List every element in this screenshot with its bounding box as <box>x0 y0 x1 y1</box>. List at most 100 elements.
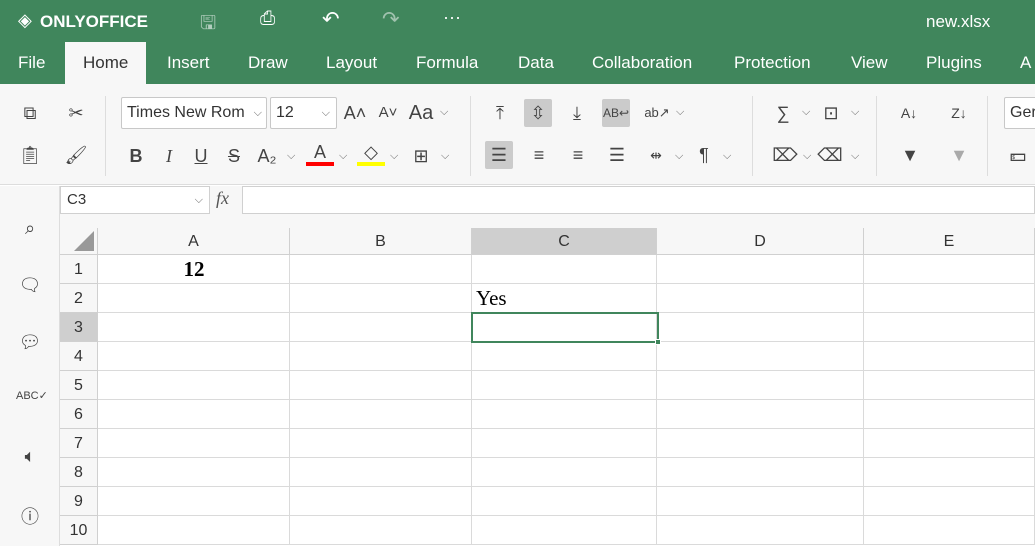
cell-d8[interactable] <box>657 458 864 487</box>
font-name-select[interactable]: Times New Rom ⌵ <box>121 97 267 129</box>
cell-c2[interactable]: Yes <box>476 286 507 311</box>
cell-d2[interactable] <box>657 284 864 313</box>
cell-c7[interactable] <box>472 429 657 458</box>
align-bottom-icon[interactable]: ⤓ <box>563 99 591 127</box>
cell-d4[interactable] <box>657 342 864 371</box>
cell-d5[interactable] <box>657 371 864 400</box>
search-icon[interactable]: ⌕ <box>16 218 44 239</box>
cell-b1[interactable] <box>290 255 472 284</box>
fill-handle[interactable] <box>655 339 661 345</box>
fill-icon[interactable]: ⊡ <box>817 99 845 127</box>
cell-e10[interactable] <box>864 516 1035 545</box>
filter-icon[interactable]: ▼ <box>896 141 924 169</box>
text-direction-icon[interactable]: ¶ <box>690 141 718 169</box>
chat-icon[interactable]: 💬︎ <box>16 332 44 353</box>
orientation-icon[interactable]: ab↗ <box>643 99 671 127</box>
align-center-icon[interactable]: ≡ <box>525 141 553 169</box>
merge-icon[interactable]: ⇹ <box>642 141 670 169</box>
spellcheck-icon[interactable]: ABC✓ <box>16 389 48 402</box>
paste-icon[interactable]: 📋︎ <box>16 141 44 169</box>
print-icon[interactable]: ⎙ <box>260 8 275 30</box>
font-color-icon[interactable]: A <box>306 140 334 166</box>
borders-icon[interactable]: ⊞ <box>407 142 435 170</box>
cell-b5[interactable] <box>290 371 472 400</box>
tab-insert[interactable]: Insert <box>149 42 228 84</box>
cell-b10[interactable] <box>290 516 472 545</box>
formula-input[interactable] <box>242 186 1035 214</box>
cut-icon[interactable]: ✂ <box>62 99 90 127</box>
selected-cell-c3[interactable] <box>471 312 661 345</box>
wrap-text-icon[interactable]: AB↩ <box>602 99 630 127</box>
column-header-b[interactable]: B <box>290 228 472 255</box>
chevron-down-icon[interactable]: ⌵ <box>676 106 684 119</box>
cell-d1[interactable] <box>657 255 864 284</box>
tab-layout[interactable]: Layout <box>308 42 395 84</box>
cell-b3[interactable] <box>290 313 472 342</box>
cell-a3[interactable] <box>98 313 290 342</box>
cell-a1[interactable]: 12 <box>98 257 290 282</box>
italic-icon[interactable]: I <box>155 142 183 170</box>
row-header-5[interactable]: 5 <box>60 371 98 400</box>
cell-e1[interactable] <box>864 255 1035 284</box>
chevron-down-icon[interactable]: ⌵ <box>440 106 448 119</box>
cell-e6[interactable] <box>864 400 1035 429</box>
sort-descending-icon[interactable]: Z↓ <box>945 99 973 127</box>
cell-e8[interactable] <box>864 458 1035 487</box>
chevron-down-icon[interactable]: ⌵ <box>851 106 859 119</box>
tab-data[interactable]: Data <box>500 42 572 84</box>
copy-icon[interactable]: ⧉ <box>16 99 44 127</box>
cell-c4[interactable] <box>472 342 657 371</box>
underline-icon[interactable]: U <box>187 142 215 170</box>
cell-e4[interactable] <box>864 342 1035 371</box>
row-header-8[interactable]: 8 <box>60 458 98 487</box>
cell-b2[interactable] <box>290 284 472 313</box>
justify-icon[interactable]: ☰ <box>603 141 631 169</box>
save-icon[interactable]: 🖫 <box>200 9 216 41</box>
cell-e2[interactable] <box>864 284 1035 313</box>
tab-protection[interactable]: Protection <box>716 42 829 84</box>
cell-c9[interactable] <box>472 487 657 516</box>
cell-a4[interactable] <box>98 342 290 371</box>
chevron-down-icon[interactable]: ⌵ <box>287 150 295 163</box>
tab-plugins[interactable]: Plugins <box>908 42 1000 84</box>
cell-e5[interactable] <box>864 371 1035 400</box>
name-box[interactable]: C3 ⌵ <box>60 186 210 214</box>
format-painter-icon[interactable]: 🖌︎ <box>62 141 90 169</box>
select-all-button[interactable] <box>60 228 98 255</box>
cell-b7[interactable] <box>290 429 472 458</box>
chevron-down-icon[interactable]: ⌵ <box>390 150 398 163</box>
cell-c8[interactable] <box>472 458 657 487</box>
tab-file[interactable]: File <box>0 42 63 84</box>
row-header-4[interactable]: 4 <box>60 342 98 371</box>
strikethrough-icon[interactable]: S <box>220 142 248 170</box>
tab-collaboration[interactable]: Collaboration <box>574 42 710 84</box>
cell-c10[interactable] <box>472 516 657 545</box>
tab-draw[interactable]: Draw <box>230 42 306 84</box>
cell-e3[interactable] <box>864 313 1035 342</box>
align-right-icon[interactable]: ≡ <box>564 141 592 169</box>
chevron-down-icon[interactable]: ⌵ <box>723 150 731 163</box>
row-header-10[interactable]: 10 <box>60 516 98 545</box>
clear-filter-icon[interactable]: ▼ <box>945 141 973 169</box>
cell-b8[interactable] <box>290 458 472 487</box>
align-left-icon[interactable]: ☰ <box>485 141 513 169</box>
cell-e9[interactable] <box>864 487 1035 516</box>
tab-formula[interactable]: Formula <box>398 42 496 84</box>
cell-b9[interactable] <box>290 487 472 516</box>
cell-d7[interactable] <box>657 429 864 458</box>
sort-ascending-icon[interactable]: A↓ <box>895 99 923 127</box>
chevron-down-icon[interactable]: ⌵ <box>339 150 347 163</box>
column-header-a[interactable]: A <box>98 228 290 255</box>
change-case-icon[interactable]: Aa <box>407 99 435 127</box>
cell-a7[interactable] <box>98 429 290 458</box>
font-size-select[interactable]: 12 ⌵ <box>270 97 337 129</box>
undo-icon[interactable]: ↶ <box>322 7 340 32</box>
row-header-7[interactable]: 7 <box>60 429 98 458</box>
number-format-select[interactable]: Ger <box>1004 97 1035 129</box>
cell-d9[interactable] <box>657 487 864 516</box>
column-header-d[interactable]: D <box>657 228 864 255</box>
fill-color-icon[interactable]: ◇ <box>357 140 385 166</box>
more-icon[interactable]: ··· <box>443 7 461 28</box>
align-middle-icon[interactable]: ⇳ <box>524 99 552 127</box>
chevron-down-icon[interactable]: ⌵ <box>803 150 811 163</box>
